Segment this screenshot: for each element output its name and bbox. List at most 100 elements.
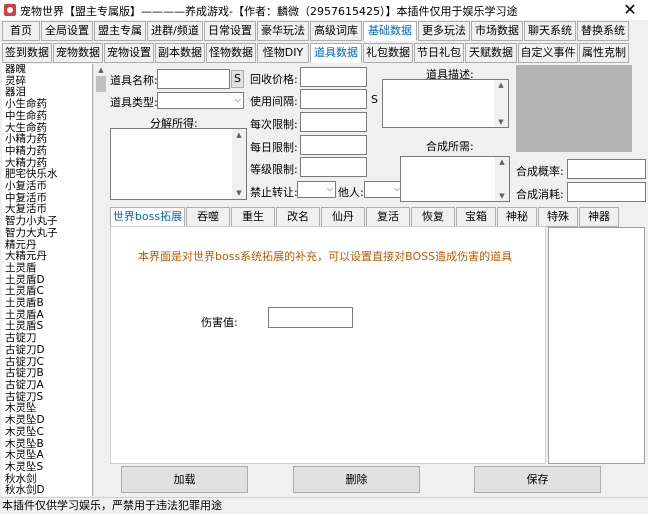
list-item[interactable]: 木灵坠C — [2, 426, 92, 439]
tab-rebirth[interactable]: 重生 — [231, 207, 275, 227]
scroll-up-icon[interactable]: ▲ — [232, 131, 246, 139]
inner-tab-bar: 世界boss拓展 吞噬 重生 改名 仙丹 复活 恢复 宝箱 神秘 特殊 神器 — [110, 207, 648, 227]
tab-devour[interactable]: 吞噬 — [186, 207, 230, 227]
status-bar: 本插件仅供学习娱乐，严禁用于违法犯罪用途 — [0, 497, 648, 514]
info-text: 本界面是对世界boss系统拓展的补充，可以设置直接对BOSS造成伤害的道具 — [138, 250, 513, 263]
tab-global[interactable]: 全局设置 — [41, 21, 93, 41]
damage-label: 伤害值: — [201, 316, 238, 329]
item-desc-textarea[interactable]: ▲ ▼ — [382, 79, 509, 128]
tab-rename[interactable]: 改名 — [276, 207, 320, 227]
item-list[interactable]: 器魄 灵碎 器泪 小生命药 中生命药 大生命药 小精力药 中精力药 大精力药 肥… — [2, 64, 93, 496]
tab-dungeon[interactable]: 副本数据 — [155, 43, 205, 63]
list-item[interactable]: 中精力药 — [2, 145, 92, 158]
scroll-down-icon[interactable]: ▼ — [494, 118, 508, 126]
tab-mystery[interactable]: 神秘 — [497, 207, 537, 227]
tab-elixir[interactable]: 仙丹 — [321, 207, 365, 227]
tab-world-boss[interactable]: 世界boss拓展 — [110, 207, 185, 227]
other-select[interactable]: ⌵ — [364, 181, 403, 198]
scroll-up-icon[interactable]: ▲ — [495, 158, 509, 166]
right-list-box[interactable] — [548, 227, 645, 464]
tab-monster-diy[interactable]: 怪物DIY — [257, 43, 309, 63]
chevron-down-icon: ⌵ — [234, 95, 241, 104]
tab-attr[interactable]: 属性克制 — [579, 43, 629, 63]
level-limit-label: 等级限制: — [250, 163, 298, 176]
damage-input[interactable] — [268, 307, 353, 328]
world-boss-panel: 本界面是对世界boss系统拓展的补充，可以设置直接对BOSS造成伤害的道具 伤害… — [110, 226, 546, 464]
tab-chat[interactable]: 聊天系统 — [524, 21, 576, 41]
list-scrollbar[interactable]: ▲ — [93, 64, 108, 496]
forbid-transfer-label: 禁止转让: — [250, 186, 298, 199]
tab-home[interactable]: 首页 — [2, 21, 40, 41]
list-item[interactable]: 智力大丸子 — [2, 227, 92, 240]
scroll-thumb[interactable] — [96, 76, 106, 92]
scroll-up-icon[interactable]: ▲ — [494, 81, 508, 89]
tab-more[interactable]: 更多玩法 — [418, 21, 470, 41]
synth-need-textarea[interactable]: ▲ ▼ — [400, 156, 510, 202]
synth-rate-input[interactable] — [567, 159, 646, 179]
close-icon[interactable]: ✕ — [618, 0, 642, 20]
tab-basic-data[interactable]: 基础数据 — [363, 21, 417, 41]
s-button[interactable]: S — [231, 70, 244, 88]
tab-group[interactable]: 进群/频道 — [147, 21, 203, 41]
tab-talent[interactable]: 天赋数据 — [465, 43, 517, 63]
synth-rate-label: 合成概率: — [516, 165, 564, 178]
tab-luxury[interactable]: 豪华玩法 — [257, 21, 309, 41]
tab-gift[interactable]: 礼包数据 — [363, 43, 413, 63]
tab-replace[interactable]: 替换系统 — [577, 21, 629, 41]
tab-custom-event[interactable]: 自定义事件 — [518, 43, 578, 63]
tab-revive[interactable]: 复活 — [366, 207, 410, 227]
tab-pet-data[interactable]: 宠物数据 — [53, 43, 103, 63]
list-item[interactable]: 小复活币 — [2, 180, 92, 193]
daily-limit-input[interactable] — [300, 135, 367, 155]
tab-artifact[interactable]: 神器 — [579, 207, 619, 227]
forbid-transfer-select[interactable]: ⌵ — [297, 181, 336, 198]
decompose-textarea[interactable]: ▲ ▼ — [110, 128, 247, 200]
delete-button[interactable]: 删除 — [293, 466, 420, 493]
seconds-suffix: S — [371, 93, 378, 106]
title-bar: 宠物世界【盟主专属版】————养成游戏-【作者：麟微（2957615425）】本… — [0, 0, 648, 20]
daily-limit-label: 每日限制: — [250, 141, 298, 154]
tab-monster[interactable]: 怪物数据 — [206, 43, 256, 63]
list-item[interactable]: 器魄 — [2, 64, 92, 76]
scroll-down-icon[interactable]: ▼ — [232, 189, 246, 197]
tab-daily[interactable]: 日常设置 — [204, 21, 256, 41]
per-use-limit-input[interactable] — [300, 112, 367, 132]
load-button[interactable]: 加载 — [121, 466, 248, 493]
synth-cost-label: 合成消耗: — [516, 188, 564, 201]
list-item[interactable]: 古锭刀D — [2, 344, 92, 357]
tab-lexicon[interactable]: 高级词库 — [310, 21, 362, 41]
list-item[interactable]: 木灵坠S — [2, 461, 92, 474]
item-name-label: 道具名称: — [110, 74, 158, 87]
tab-recover[interactable]: 恢复 — [411, 207, 455, 227]
item-type-select[interactable]: ⌵ — [157, 92, 244, 109]
level-limit-input[interactable] — [300, 157, 367, 177]
save-button[interactable]: 保存 — [474, 466, 601, 493]
use-interval-input[interactable] — [300, 89, 367, 109]
tab-special[interactable]: 特殊 — [538, 207, 578, 227]
tab-chest[interactable]: 宝箱 — [456, 207, 496, 227]
scroll-up-icon[interactable]: ▲ — [94, 66, 108, 74]
list-item[interactable]: 古锭刀A — [2, 379, 92, 392]
list-item[interactable]: 土灵盾B — [2, 297, 92, 310]
tab-signin[interactable]: 签到数据 — [2, 43, 52, 63]
tab-festival[interactable]: 节日礼包 — [414, 43, 464, 63]
tab-leader[interactable]: 盟主专属 — [94, 21, 146, 41]
synth-need-label: 合成所需: — [426, 140, 474, 153]
list-item[interactable]: 土灵盾 — [2, 262, 92, 275]
recycle-price-input[interactable] — [300, 67, 367, 87]
tab-item-data[interactable]: 道具数据 — [310, 43, 362, 63]
scroll-down-icon[interactable]: ▼ — [495, 192, 509, 200]
top-tab-bar: 首页 全局设置 盟主专属 进群/频道 日常设置 豪华玩法 高级词库 基础数据 更… — [2, 21, 638, 41]
use-interval-label: 使用间隔: — [250, 95, 298, 108]
textarea-scrollbar[interactable]: ▲ ▼ — [495, 157, 509, 201]
list-item[interactable]: 中生命药 — [2, 110, 92, 123]
item-name-input[interactable] — [157, 69, 230, 89]
tab-market[interactable]: 市场数据 — [471, 21, 523, 41]
recycle-price-label: 回收价格: — [250, 73, 298, 86]
window-title: 宠物世界【盟主专属版】————养成游戏-【作者：麟微（2957615425）】本… — [20, 5, 518, 18]
synth-cost-input[interactable] — [567, 182, 646, 202]
textarea-scrollbar[interactable]: ▲ ▼ — [494, 80, 508, 127]
list-item[interactable]: 秋水剑D — [2, 485, 92, 496]
tab-pet-settings[interactable]: 宠物设置 — [104, 43, 154, 63]
textarea-scrollbar[interactable]: ▲ ▼ — [232, 129, 246, 199]
